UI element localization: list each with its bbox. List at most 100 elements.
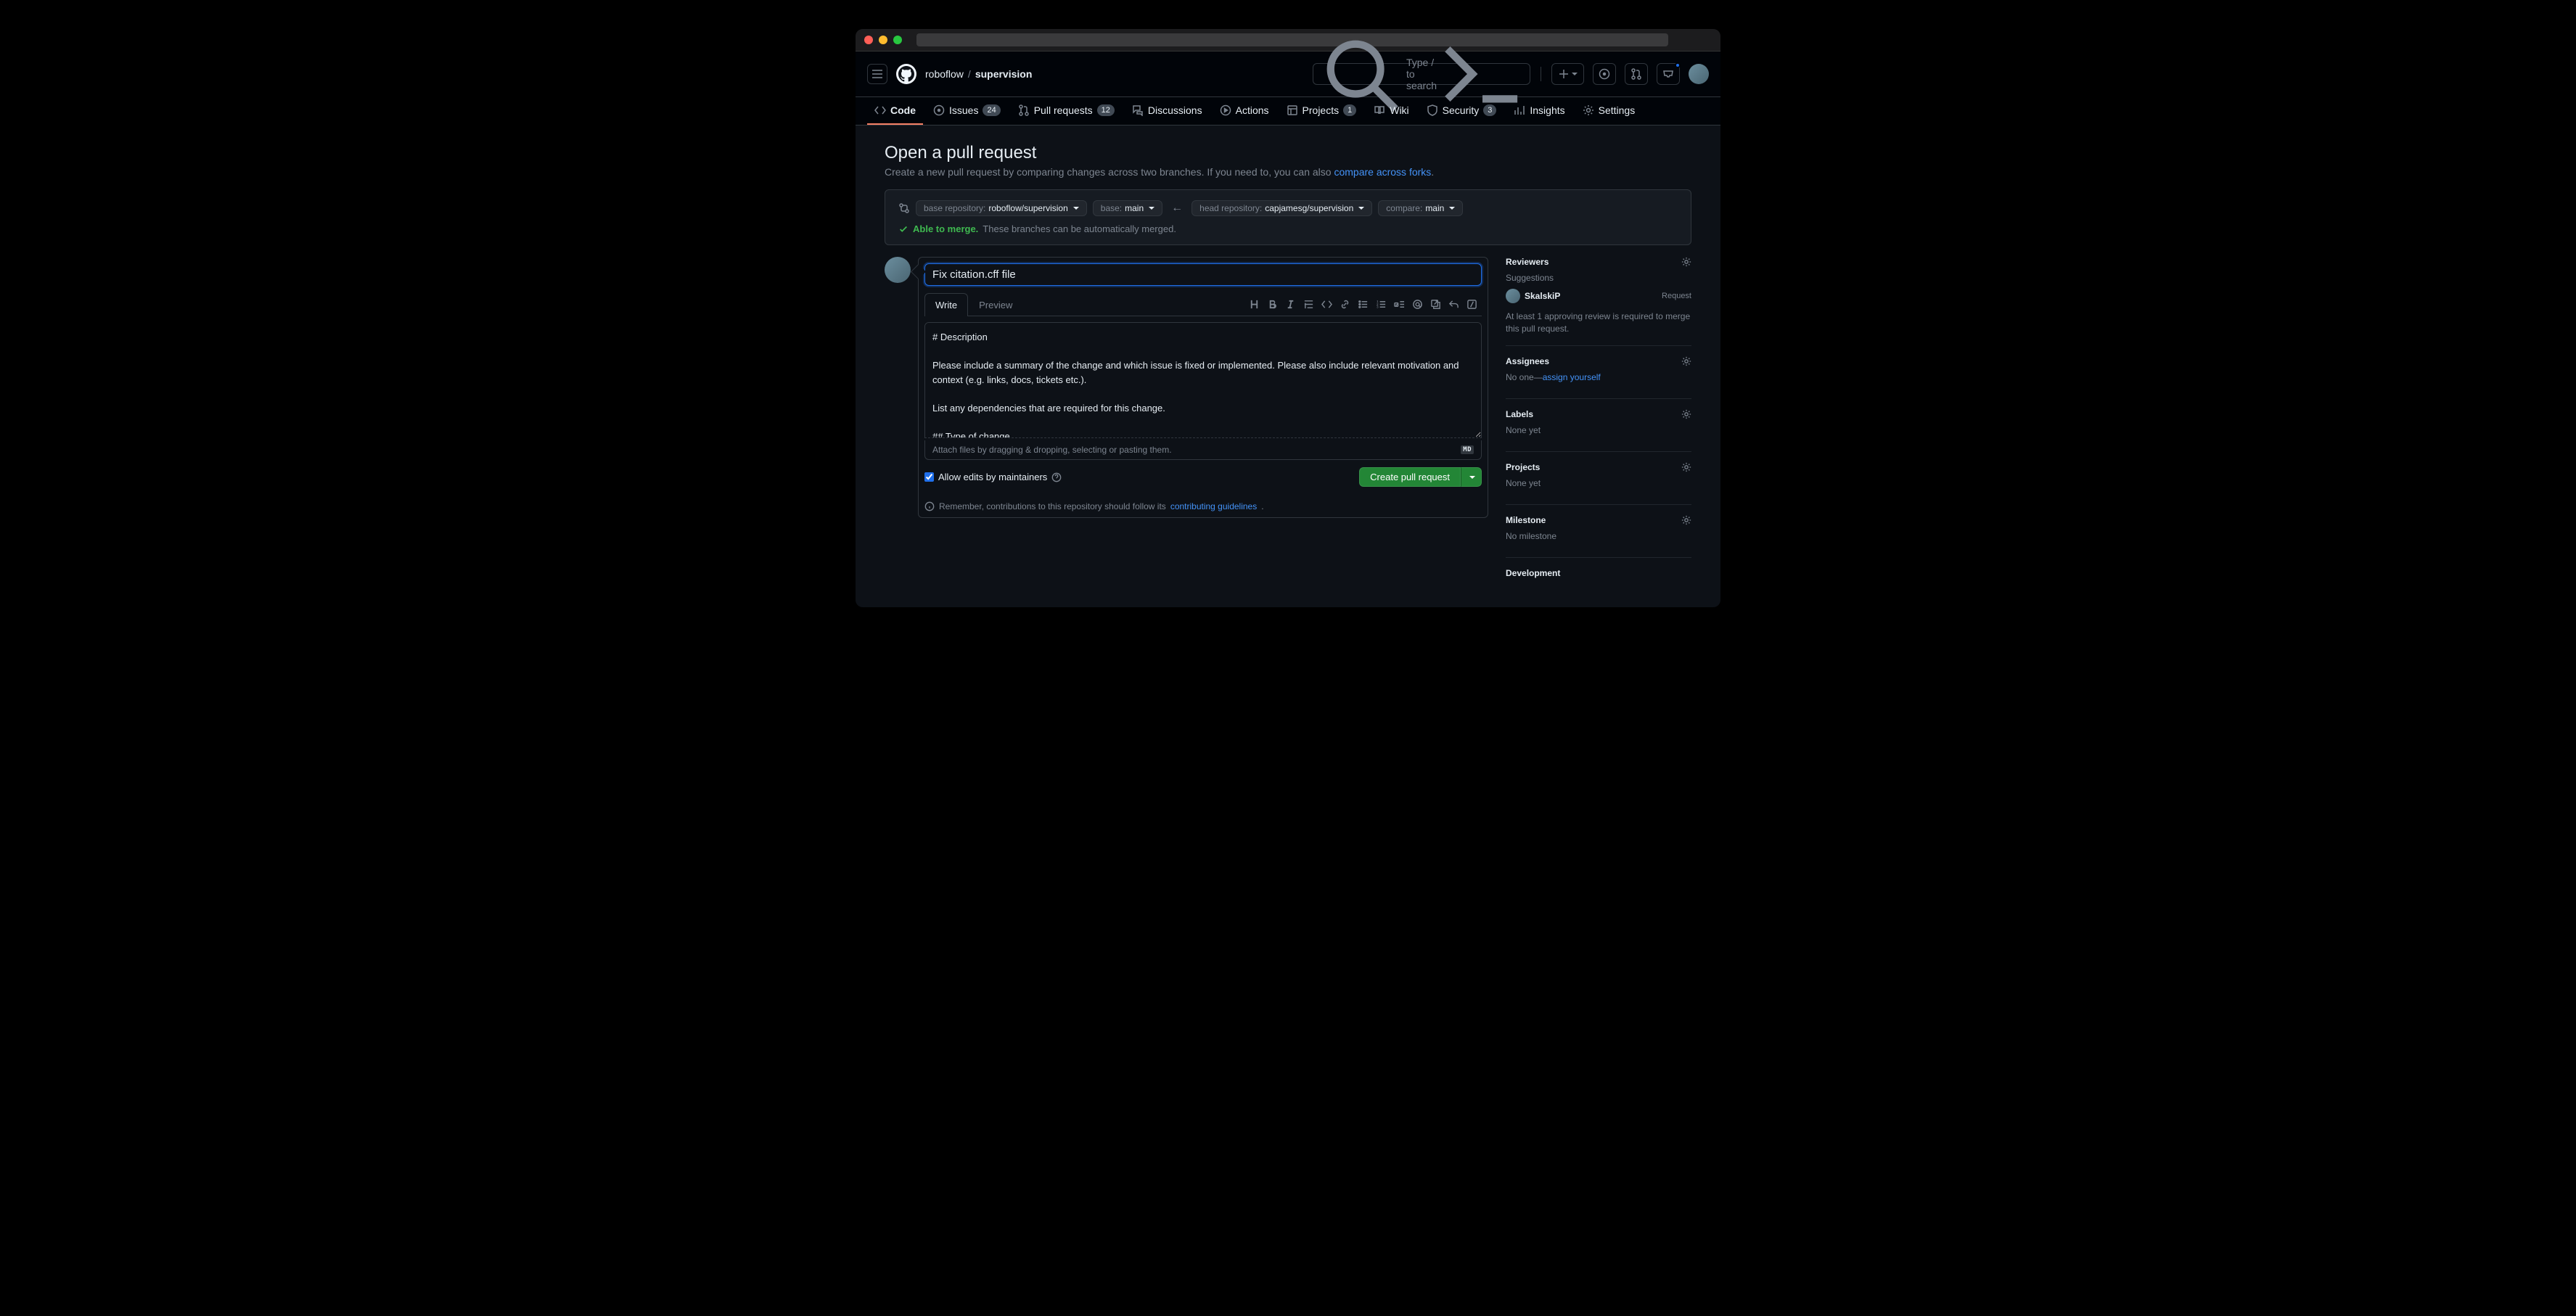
reviewer-avatar[interactable] — [1506, 289, 1520, 303]
gear-icon — [1681, 257, 1691, 267]
mention-button[interactable] — [1412, 299, 1423, 310]
tab-discussions-label: Discussions — [1148, 104, 1202, 116]
contributing-suffix: . — [1261, 501, 1263, 511]
slash-command-button[interactable] — [1467, 299, 1477, 310]
maximize-window-button[interactable] — [893, 36, 902, 44]
task-list-button[interactable] — [1394, 299, 1405, 310]
tab-code-label: Code — [890, 104, 916, 116]
author-avatar[interactable] — [885, 257, 911, 283]
issues-global-button[interactable] — [1593, 63, 1616, 85]
breadcrumb-repo[interactable]: supervision — [975, 68, 1033, 80]
tab-security-label: Security — [1443, 104, 1480, 116]
tab-write[interactable]: Write — [924, 293, 968, 316]
tab-settings-label: Settings — [1599, 104, 1636, 116]
pr-title-input[interactable] — [924, 263, 1482, 286]
reply-button[interactable] — [1448, 299, 1459, 310]
reviewers-title: Reviewers — [1506, 257, 1549, 267]
gear-icon — [1681, 462, 1691, 472]
tab-discussions[interactable]: Discussions — [1125, 97, 1210, 125]
window: roboflow / supervision Type / to search — [856, 29, 1720, 607]
search-input[interactable]: Type / to search — [1313, 63, 1530, 85]
reviewer-name[interactable]: SkalskiP — [1525, 291, 1560, 301]
book-icon — [1374, 104, 1385, 116]
form-bottom: Allow edits by maintainers Create pull r… — [924, 460, 1482, 488]
global-nav-menu-button[interactable] — [867, 64, 887, 84]
chevron-down-icon — [1469, 476, 1475, 479]
cross-reference-button[interactable] — [1430, 299, 1441, 310]
base-repo-value: roboflow/supervision — [988, 203, 1067, 213]
contributing-guidelines-link[interactable]: contributing guidelines — [1170, 501, 1257, 511]
git-pull-request-icon — [1630, 68, 1642, 80]
head-repo-selector[interactable]: head repository: capjamesg/supervision — [1191, 200, 1372, 216]
projects-none: None yet — [1506, 478, 1691, 488]
play-icon — [1220, 104, 1231, 116]
link-button[interactable] — [1340, 299, 1350, 310]
pr-left-column: Write Preview 123 — [885, 257, 1488, 518]
milestone-header[interactable]: Milestone — [1506, 515, 1691, 525]
milestone-title: Milestone — [1506, 515, 1546, 525]
ordered-list-button[interactable]: 123 — [1376, 299, 1387, 310]
request-review-button[interactable]: Request — [1662, 292, 1691, 300]
tab-pull-requests[interactable]: Pull requests 12 — [1011, 97, 1122, 125]
breadcrumb-owner[interactable]: roboflow — [925, 68, 964, 80]
chevron-down-icon — [1358, 207, 1364, 210]
attach-files-area[interactable]: Attach files by dragging & dropping, sel… — [924, 440, 1482, 460]
table-icon — [1287, 104, 1298, 116]
tasklist-icon — [1394, 299, 1405, 310]
pr-description-textarea[interactable] — [924, 322, 1482, 438]
create-pull-request-dropdown[interactable] — [1461, 467, 1482, 487]
notifications-button[interactable] — [1657, 63, 1680, 85]
tab-settings[interactable]: Settings — [1575, 97, 1643, 125]
github-logo[interactable] — [896, 64, 916, 84]
github-icon — [898, 66, 914, 82]
tab-insights-label: Insights — [1530, 104, 1564, 116]
minimize-window-button[interactable] — [879, 36, 887, 44]
create-pull-request-button[interactable]: Create pull request — [1359, 467, 1461, 487]
projects-header[interactable]: Projects — [1506, 462, 1691, 472]
close-window-button[interactable] — [864, 36, 873, 44]
allow-edits-checkbox[interactable] — [924, 472, 934, 482]
main-content: Open a pull request Create a new pull re… — [856, 126, 1720, 607]
labels-header[interactable]: Labels — [1506, 409, 1691, 419]
pull-requests-global-button[interactable] — [1625, 63, 1648, 85]
user-avatar-menu[interactable] — [1689, 64, 1709, 84]
tab-issues[interactable]: Issues 24 — [926, 97, 1008, 125]
sidebar: Reviewers Suggestions SkalskiP Request A… — [1506, 257, 1691, 578]
assignees-header[interactable]: Assignees — [1506, 356, 1691, 366]
tab-wiki[interactable]: Wiki — [1366, 97, 1416, 125]
pr-form: Write Preview 123 — [918, 257, 1488, 518]
tab-wiki-label: Wiki — [1390, 104, 1408, 116]
tab-insights[interactable]: Insights — [1506, 97, 1572, 125]
tab-preview[interactable]: Preview — [968, 293, 1023, 316]
tab-actions-label: Actions — [1236, 104, 1269, 116]
suggestions-label: Suggestions — [1506, 273, 1691, 283]
quote-button[interactable] — [1303, 299, 1314, 310]
merge-status-rest: These branches can be automatically merg… — [983, 223, 1176, 234]
question-icon[interactable] — [1051, 472, 1062, 482]
url-bar[interactable] — [916, 33, 1668, 46]
assign-yourself-link[interactable]: assign yourself — [1543, 372, 1601, 382]
base-repo-selector[interactable]: base repository: roboflow/supervision — [916, 200, 1087, 216]
tab-security[interactable]: Security 3 — [1419, 97, 1504, 125]
compare-branch-selector[interactable]: compare: main — [1378, 200, 1463, 216]
tab-projects[interactable]: Projects 1 — [1279, 97, 1364, 125]
check-icon — [898, 224, 908, 234]
reviewers-header[interactable]: Reviewers — [1506, 257, 1691, 267]
tab-code[interactable]: Code — [867, 97, 923, 125]
svg-text:3: 3 — [1377, 305, 1379, 309]
heading-button[interactable] — [1249, 299, 1260, 310]
allow-edits-row: Allow edits by maintainers — [924, 472, 1062, 482]
markdown-badge[interactable]: MD — [1461, 445, 1474, 454]
italic-button[interactable] — [1285, 299, 1296, 310]
tab-actions[interactable]: Actions — [1213, 97, 1276, 125]
list-unordered-icon — [1358, 299, 1369, 310]
page-subtitle-suffix: . — [1431, 166, 1434, 178]
development-header: Development — [1506, 568, 1691, 578]
base-branch-selector[interactable]: base: main — [1093, 200, 1162, 216]
create-new-button[interactable] — [1551, 63, 1584, 85]
compare-across-forks-link[interactable]: compare across forks — [1334, 166, 1431, 178]
pr-layout: Write Preview 123 — [885, 257, 1691, 578]
bold-button[interactable] — [1267, 299, 1278, 310]
unordered-list-button[interactable] — [1358, 299, 1369, 310]
code-button[interactable] — [1321, 299, 1332, 310]
